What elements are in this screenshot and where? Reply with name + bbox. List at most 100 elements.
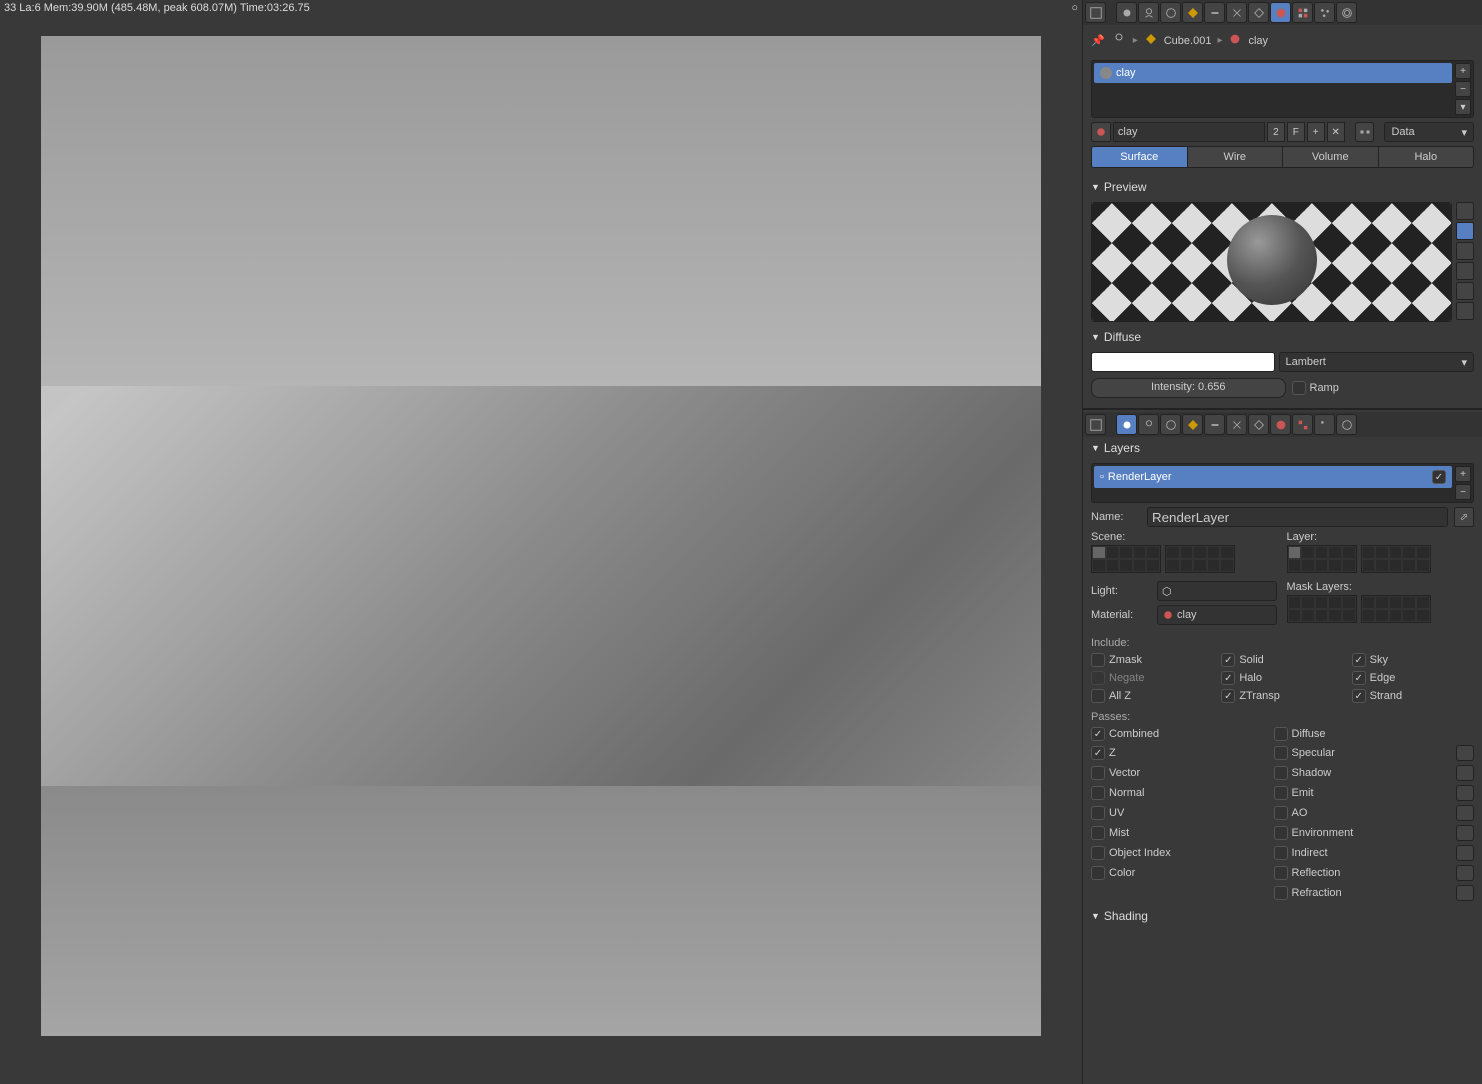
texture-tab-icon[interactable] bbox=[1292, 2, 1313, 23]
intensity-slider[interactable]: Intensity: 0.656 bbox=[1091, 378, 1286, 398]
preview-cube-button[interactable] bbox=[1456, 242, 1474, 260]
single-layer-button[interactable]: ⬀ bbox=[1454, 507, 1474, 527]
environment-pass-checkbox[interactable]: Environment bbox=[1274, 825, 1449, 841]
layers-section-header[interactable]: Layers bbox=[1083, 437, 1482, 459]
render-tab-icon[interactable] bbox=[1116, 2, 1137, 23]
specular-pass-checkbox[interactable]: Specular bbox=[1274, 745, 1449, 761]
indirect-pass-checkbox[interactable]: Indirect bbox=[1274, 845, 1449, 861]
add-renderlayer-button[interactable]: + bbox=[1455, 466, 1471, 482]
light-override-field[interactable]: ⬡ bbox=[1157, 581, 1277, 601]
color-pass-checkbox[interactable]: Color bbox=[1091, 865, 1266, 881]
material-tab-icon[interactable] bbox=[1270, 414, 1291, 435]
diffuse-color-swatch[interactable] bbox=[1091, 352, 1275, 372]
layer-layers-grid[interactable] bbox=[1287, 545, 1475, 573]
preview-hair-button[interactable] bbox=[1456, 282, 1474, 300]
ztransp-checkbox[interactable]: ZTransp bbox=[1221, 689, 1343, 703]
reflection-pass-checkbox[interactable]: Reflection bbox=[1274, 865, 1449, 881]
diffuse-model-dropdown[interactable]: Lambert bbox=[1279, 352, 1475, 372]
new-material-button[interactable]: + bbox=[1307, 122, 1325, 142]
world-tab-icon[interactable] bbox=[1160, 2, 1181, 23]
uv-pass-checkbox[interactable]: UV bbox=[1091, 805, 1266, 821]
vector-pass-checkbox[interactable]: Vector bbox=[1091, 765, 1266, 781]
zmask-checkbox[interactable]: Zmask bbox=[1091, 653, 1213, 667]
breadcrumb-material[interactable]: clay bbox=[1248, 35, 1268, 47]
object-tab-icon[interactable] bbox=[1182, 414, 1203, 435]
constraints-tab-icon[interactable] bbox=[1204, 414, 1225, 435]
texture-tab-icon[interactable] bbox=[1292, 414, 1313, 435]
close-icon[interactable]: ○ bbox=[1071, 2, 1078, 14]
diffuse-pass-checkbox[interactable]: Diffuse bbox=[1274, 727, 1449, 741]
z-pass-checkbox[interactable]: Z bbox=[1091, 745, 1266, 761]
ao-exclude-button[interactable] bbox=[1456, 805, 1474, 821]
shadow-pass-checkbox[interactable]: Shadow bbox=[1274, 765, 1449, 781]
link-dropdown[interactable]: Data▾ bbox=[1384, 122, 1474, 142]
solid-checkbox[interactable]: Solid bbox=[1221, 653, 1343, 667]
wire-button[interactable]: Wire bbox=[1188, 147, 1284, 167]
surface-button[interactable]: Surface bbox=[1092, 147, 1188, 167]
fake-user-button[interactable]: F bbox=[1287, 122, 1305, 142]
material-slot-item[interactable]: clay bbox=[1094, 63, 1452, 83]
preview-sky-button[interactable] bbox=[1456, 302, 1474, 320]
particles-tab-icon[interactable] bbox=[1314, 414, 1335, 435]
emit-exclude-button[interactable] bbox=[1456, 785, 1474, 801]
shading-section-header[interactable]: Shading bbox=[1083, 905, 1482, 927]
data-tab-icon[interactable] bbox=[1248, 2, 1269, 23]
volume-button[interactable]: Volume bbox=[1283, 147, 1379, 167]
material-name-input[interactable] bbox=[1113, 122, 1265, 142]
preview-monkey-button[interactable] bbox=[1456, 262, 1474, 280]
render-view[interactable] bbox=[0, 16, 1082, 1084]
objectindex-pass-checkbox[interactable]: Object Index bbox=[1091, 845, 1266, 861]
slot-menu-button[interactable]: ▾ bbox=[1455, 99, 1471, 115]
scene-layers-grid[interactable] bbox=[1091, 545, 1279, 573]
refraction-exclude-button[interactable] bbox=[1456, 885, 1474, 901]
material-override-field[interactable]: clay bbox=[1157, 605, 1277, 625]
modifiers-tab-icon[interactable] bbox=[1226, 2, 1247, 23]
material-browse-button[interactable] bbox=[1091, 122, 1111, 142]
renderlayer-item[interactable]: ▫ RenderLayer bbox=[1094, 466, 1452, 488]
data-tab-icon[interactable] bbox=[1248, 414, 1269, 435]
diffuse-section-header[interactable]: Diffuse bbox=[1083, 326, 1482, 348]
reflection-exclude-button[interactable] bbox=[1456, 865, 1474, 881]
sky-checkbox[interactable]: Sky bbox=[1352, 653, 1474, 667]
nodes-button[interactable] bbox=[1355, 122, 1375, 142]
preview-flat-button[interactable] bbox=[1456, 202, 1474, 220]
allz-checkbox[interactable]: All Z bbox=[1091, 689, 1213, 703]
physics-tab-icon[interactable] bbox=[1336, 414, 1357, 435]
halo-checkbox[interactable]: Halo bbox=[1221, 671, 1343, 685]
halo-button[interactable]: Halo bbox=[1379, 147, 1474, 167]
environment-exclude-button[interactable] bbox=[1456, 825, 1474, 841]
preview-sphere-button[interactable] bbox=[1456, 222, 1474, 240]
constraints-tab-icon[interactable] bbox=[1204, 2, 1225, 23]
mist-pass-checkbox[interactable]: Mist bbox=[1091, 825, 1266, 841]
indirect-exclude-button[interactable] bbox=[1456, 845, 1474, 861]
renderlayer-enable-checkbox[interactable] bbox=[1432, 470, 1446, 484]
ramp-checkbox[interactable]: Ramp bbox=[1290, 378, 1475, 398]
shadow-exclude-button[interactable] bbox=[1456, 765, 1474, 781]
world-tab-icon[interactable] bbox=[1160, 414, 1181, 435]
add-slot-button[interactable]: + bbox=[1455, 63, 1471, 79]
edge-checkbox[interactable]: Edge bbox=[1352, 671, 1474, 685]
specular-exclude-button[interactable] bbox=[1456, 745, 1474, 761]
renderlayer-name-input[interactable] bbox=[1147, 507, 1448, 527]
strand-checkbox[interactable]: Strand bbox=[1352, 689, 1474, 703]
scene-tab-icon[interactable] bbox=[1138, 2, 1159, 23]
material-users-button[interactable]: 2 bbox=[1267, 122, 1285, 142]
refraction-pass-checkbox[interactable]: Refraction bbox=[1274, 885, 1449, 901]
physics-tab-icon[interactable] bbox=[1336, 2, 1357, 23]
preview-section-header[interactable]: Preview bbox=[1083, 176, 1482, 198]
object-tab-icon[interactable] bbox=[1182, 2, 1203, 23]
editor-type-icon[interactable] bbox=[1085, 2, 1106, 23]
combined-pass-checkbox[interactable]: Combined bbox=[1091, 727, 1266, 741]
modifiers-tab-icon[interactable] bbox=[1226, 414, 1247, 435]
ao-pass-checkbox[interactable]: AO bbox=[1274, 805, 1449, 821]
render-tab-icon[interactable] bbox=[1116, 414, 1137, 435]
breadcrumb-object[interactable]: Cube.001 bbox=[1164, 35, 1212, 47]
unlink-material-button[interactable]: ✕ bbox=[1327, 122, 1345, 142]
particles-tab-icon[interactable] bbox=[1314, 2, 1335, 23]
emit-pass-checkbox[interactable]: Emit bbox=[1274, 785, 1449, 801]
scene-tab-icon[interactable] bbox=[1138, 414, 1159, 435]
editor-type-icon[interactable] bbox=[1085, 414, 1106, 435]
material-tab-icon[interactable] bbox=[1270, 2, 1291, 23]
scene-icon[interactable] bbox=[1111, 31, 1127, 50]
negate-checkbox[interactable]: Negate bbox=[1091, 671, 1213, 685]
